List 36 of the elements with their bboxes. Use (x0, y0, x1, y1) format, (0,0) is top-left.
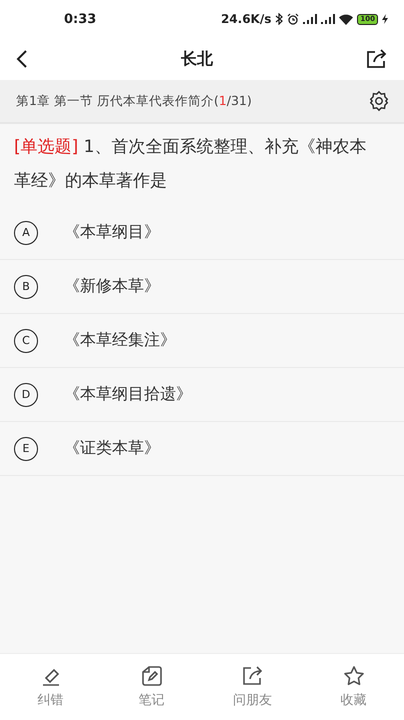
toolbar-button[interactable]: 问朋友 (202, 654, 303, 720)
charging-icon (382, 14, 388, 24)
option-letter: D (14, 382, 38, 406)
option-letter: E (14, 436, 38, 460)
answer-option[interactable]: C 《本草经集注》 (0, 314, 404, 368)
answer-option[interactable]: E 《证类本草》 (0, 422, 404, 476)
edit-note-icon (140, 665, 162, 687)
network-speed: 24.6K/s (220, 12, 272, 26)
wifi-icon (339, 14, 354, 24)
share-icon (242, 665, 264, 687)
option-text: 《本草纲目》 (64, 222, 160, 243)
toolbar-button[interactable]: 收藏 (303, 654, 404, 720)
option-letter: C (14, 328, 38, 352)
signal-icon (303, 14, 318, 24)
status-time: 0:33 (64, 12, 96, 26)
settings-icon[interactable] (368, 90, 390, 112)
option-text: 《本草纲目拾遗》 (64, 384, 192, 405)
option-text: 《新修本草》 (64, 276, 160, 297)
alarm-icon (287, 13, 300, 25)
star-icon (342, 665, 364, 687)
toolbar-button[interactable]: 笔记 (101, 654, 202, 720)
option-letter: B (14, 274, 38, 298)
page-title: 长北 (181, 48, 213, 70)
toolbar-button[interactable]: 纠错 (0, 654, 101, 720)
option-letter: A (14, 220, 38, 244)
question-text: [单选题] 1、首次全面系统整理、补充《神农本革经》的本草著作是 (13, 136, 368, 193)
answer-option[interactable]: A 《本草纲目》 (0, 206, 404, 260)
answer-option[interactable]: B 《新修本草》 (0, 260, 404, 314)
back-icon (16, 49, 28, 69)
answer-option[interactable]: D 《本草纲目拾遗》 (0, 368, 404, 422)
bluetooth-icon (275, 13, 284, 25)
signal-icon (321, 14, 336, 24)
share-icon (366, 49, 388, 69)
option-text: 《本草经集注》 (64, 330, 176, 351)
option-text: 《证类本草》 (64, 438, 160, 459)
chapter-title: 第1章 第一节 历代本草代表作简介(1/31) (16, 92, 252, 110)
